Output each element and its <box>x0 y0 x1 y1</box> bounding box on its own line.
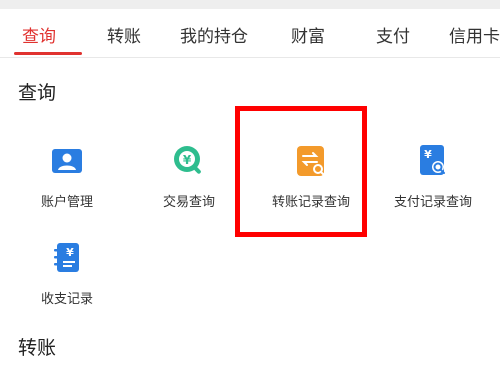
top-strip <box>0 0 500 9</box>
ledger-icon: ¥ <box>49 240 85 276</box>
item-label: 转账记录查询 <box>271 195 350 210</box>
section-title-transfer: 转账 <box>18 337 57 359</box>
active-tab-indicator <box>14 52 82 55</box>
account-management-item[interactable]: 账户管理 <box>12 143 122 233</box>
transfer-record-query-item[interactable]: 转账记录查询 <box>256 143 366 233</box>
svg-text:¥: ¥ <box>66 246 74 259</box>
payment-record-query-item[interactable]: ¥ 支付记录查询 <box>378 143 488 233</box>
item-label: 支付记录查询 <box>393 195 472 210</box>
transaction-query-item[interactable]: ¥ 交易查询 <box>134 143 244 233</box>
item-label: 收支记录 <box>40 292 93 307</box>
income-expense-record-item[interactable]: ¥ 收支记录 <box>12 240 122 330</box>
tab-credit-card[interactable]: 信用卡 <box>449 22 500 47</box>
payment-record-icon: ¥ <box>415 143 451 179</box>
account-card-icon <box>49 143 85 179</box>
transfer-record-icon <box>293 143 329 179</box>
tab-bar: 查询 转账 我的持仓 财富 支付 信用卡 <box>0 9 500 58</box>
tab-transfer[interactable]: 转账 <box>107 22 141 47</box>
tab-payment[interactable]: 支付 <box>376 22 410 47</box>
section-title-query: 查询 <box>18 82 57 104</box>
svg-text:¥: ¥ <box>183 153 192 167</box>
item-label: 账户管理 <box>40 195 93 210</box>
svg-text:¥: ¥ <box>424 148 432 161</box>
yuan-search-icon: ¥ <box>171 143 207 179</box>
tab-query[interactable]: 查询 <box>22 22 56 47</box>
tab-holdings[interactable]: 我的持仓 <box>180 22 248 47</box>
item-label: 交易查询 <box>162 195 215 210</box>
tab-wealth[interactable]: 财富 <box>291 22 325 47</box>
